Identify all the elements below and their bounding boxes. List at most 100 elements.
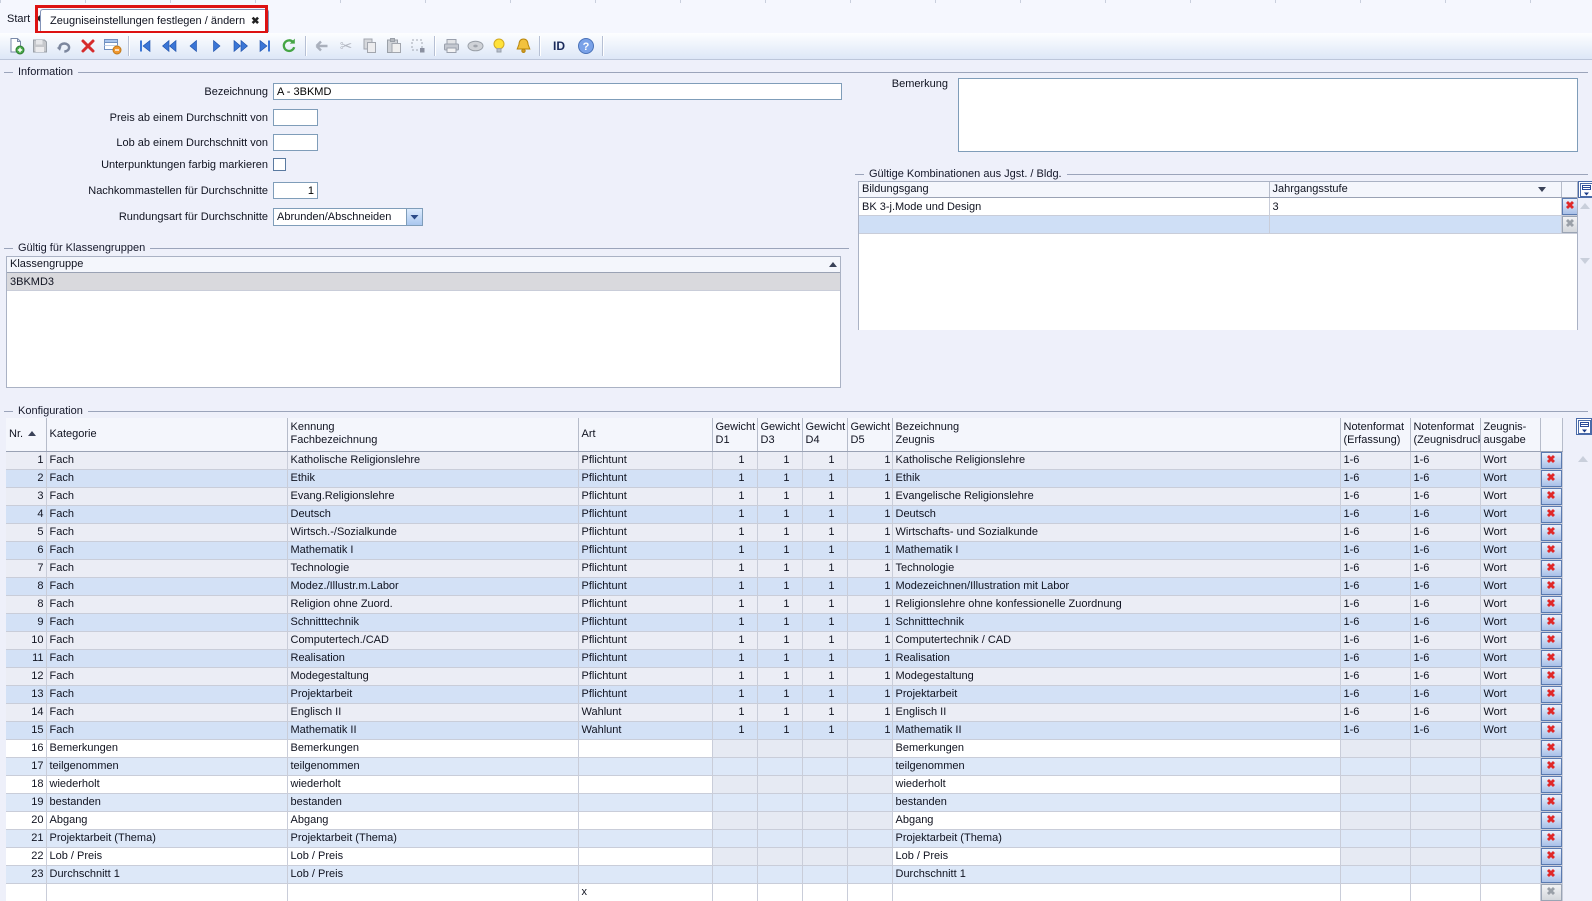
cell-nf1[interactable]: 1-6 (1340, 487, 1410, 505)
cell-nf2[interactable] (1410, 811, 1480, 829)
cell-nf1[interactable]: 1-6 (1340, 451, 1410, 469)
cell-zeugnis[interactable]: Bemerkungen (892, 739, 1340, 757)
last-record-icon[interactable] (253, 35, 277, 57)
cell-kategorie[interactable] (46, 883, 287, 901)
cell-zeugnis[interactable]: Englisch II (892, 703, 1340, 721)
cell-nf2[interactable]: 1-6 (1410, 721, 1480, 739)
cell-kategorie[interactable]: Abgang (46, 811, 287, 829)
lob-input[interactable] (273, 134, 318, 151)
cell-art[interactable]: Pflichtunt (578, 541, 712, 559)
cell-d3[interactable] (757, 811, 802, 829)
cell-kategorie[interactable]: Durchschnitt 1 (46, 865, 287, 883)
column-chooser-icon[interactable] (1578, 181, 1592, 198)
cell-nf2[interactable] (1410, 739, 1480, 757)
delete-row-button[interactable]: ✖ (1541, 848, 1562, 865)
cell-art[interactable] (578, 811, 712, 829)
prev-fast-icon[interactable] (157, 35, 181, 57)
cell-d1[interactable]: 1 (712, 505, 757, 523)
cell-ausgabe[interactable] (1480, 847, 1540, 865)
cell-d1[interactable]: 1 (712, 469, 757, 487)
cell-nr[interactable]: 15 (6, 721, 46, 739)
cell-ausgabe[interactable] (1480, 793, 1540, 811)
cell-kategorie[interactable]: Bemerkungen (46, 739, 287, 757)
cell-kennung[interactable]: Englisch II (287, 703, 578, 721)
delete-row-button[interactable]: ✖ (1541, 776, 1562, 793)
cell-nr[interactable]: 11 (6, 649, 46, 667)
cell-kennung[interactable]: Projektarbeit (Thema) (287, 829, 578, 847)
cell-d1[interactable] (712, 883, 757, 901)
cell-nf1[interactable]: 1-6 (1340, 721, 1410, 739)
cell-ausgabe[interactable]: Wort (1480, 667, 1540, 685)
cell-nf2[interactable]: 1-6 (1410, 667, 1480, 685)
cell-d5[interactable]: 1 (847, 667, 892, 685)
delete-record-icon[interactable] (76, 35, 100, 57)
cell-d4[interactable]: 1 (802, 631, 847, 649)
cell-d3[interactable] (757, 775, 802, 793)
chevron-down-icon[interactable] (406, 208, 423, 226)
cell-d3[interactable] (757, 829, 802, 847)
cell-nf1[interactable] (1340, 847, 1410, 865)
cell-kategorie[interactable]: Fach (46, 613, 287, 631)
cell-d5[interactable]: 1 (847, 685, 892, 703)
cell-kennung[interactable]: teilgenommen (287, 757, 578, 775)
cell-d5[interactable] (847, 829, 892, 847)
cell-d4[interactable]: 1 (802, 523, 847, 541)
cell-d1[interactable]: 1 (712, 487, 757, 505)
cell-d4[interactable] (802, 739, 847, 757)
cell-d4[interactable]: 1 (802, 685, 847, 703)
cell-art[interactable] (578, 739, 712, 757)
cell-d5[interactable]: 1 (847, 505, 892, 523)
cell-nr[interactable]: 23 (6, 865, 46, 883)
konfiguration-column-header[interactable]: GewichtD3 (757, 418, 802, 451)
kombinationen-column-header[interactable]: Bildungsgang (859, 182, 1269, 198)
cell-kategorie[interactable]: Fach (46, 523, 287, 541)
cell-d3[interactable]: 1 (757, 559, 802, 577)
delete-row-button[interactable]: ✖ (1541, 830, 1562, 847)
cell-kategorie[interactable]: Lob / Preis (46, 847, 287, 865)
delete-row-button[interactable]: ✖ (1541, 686, 1562, 703)
cell-d1[interactable] (712, 793, 757, 811)
cell-nr[interactable]: 21 (6, 829, 46, 847)
cell-d3[interactable]: 1 (757, 685, 802, 703)
cell-d3[interactable]: 1 (757, 613, 802, 631)
cell-zeugnis[interactable]: Mathematik I (892, 541, 1340, 559)
delete-row-button[interactable]: ✖ (1541, 632, 1562, 649)
cell-ausgabe[interactable] (1480, 829, 1540, 847)
next-icon[interactable] (205, 35, 229, 57)
next-fast-icon[interactable] (229, 35, 253, 57)
cell-d3[interactable]: 1 (757, 451, 802, 469)
cell-d3[interactable]: 1 (757, 469, 802, 487)
cell-nf2[interactable]: 1-6 (1410, 577, 1480, 595)
cell-kennung[interactable]: Evang.Religionslehre (287, 487, 578, 505)
cell-nr[interactable]: 1 (6, 451, 46, 469)
cell-nr[interactable]: 16 (6, 739, 46, 757)
delete-row-button[interactable]: ✖ (1541, 542, 1562, 559)
cell-kategorie[interactable]: Fach (46, 631, 287, 649)
cell-art[interactable] (578, 793, 712, 811)
cell-d1[interactable]: 1 (712, 523, 757, 541)
cell-ausgabe[interactable]: Wort (1480, 685, 1540, 703)
cell-nf1[interactable]: 1-6 (1340, 667, 1410, 685)
cell-d1[interactable]: 1 (712, 685, 757, 703)
cell-nr[interactable]: 10 (6, 631, 46, 649)
cell-zeugnis[interactable]: Realisation (892, 649, 1340, 667)
tab-active-close-icon[interactable]: ✖ (251, 16, 259, 27)
cell-kategorie[interactable]: Fach (46, 667, 287, 685)
edit-form-icon[interactable] (100, 35, 124, 57)
cell-nr[interactable]: 14 (6, 703, 46, 721)
cell-d5[interactable]: 1 (847, 577, 892, 595)
cell-d5[interactable]: 1 (847, 523, 892, 541)
cell-ausgabe[interactable]: Wort (1480, 613, 1540, 631)
cell-d4[interactable]: 1 (802, 505, 847, 523)
delete-row-button[interactable]: ✖ (1541, 506, 1562, 523)
cell-d3[interactable]: 1 (757, 667, 802, 685)
cell-kennung[interactable]: Katholische Religionslehre (287, 451, 578, 469)
cell-d4[interactable] (802, 847, 847, 865)
cell-nf1[interactable]: 1-6 (1340, 469, 1410, 487)
cell-nf2[interactable]: 1-6 (1410, 505, 1480, 523)
cell-nr[interactable]: 17 (6, 757, 46, 775)
cell-nr[interactable]: 8 (6, 595, 46, 613)
cell-d3[interactable]: 1 (757, 649, 802, 667)
cell-ausgabe[interactable]: Wort (1480, 703, 1540, 721)
cell-ausgabe[interactable] (1480, 775, 1540, 793)
